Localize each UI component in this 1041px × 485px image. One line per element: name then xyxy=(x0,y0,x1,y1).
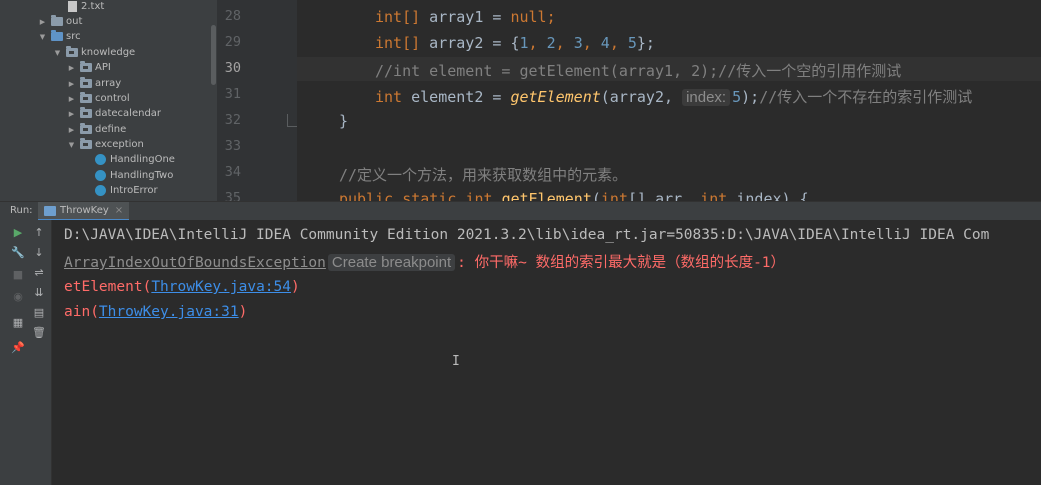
source-folder-icon xyxy=(51,30,63,41)
code-editor[interactable]: int[] array1 = null; int[] array2 = {1, … xyxy=(297,0,1041,201)
tree-item-label: HandlingTwo xyxy=(110,170,174,181)
code-line-30: //int element = getElement(array1, 2);//… xyxy=(375,62,902,80)
soft-wrap-icon[interactable]: ⇌ xyxy=(31,265,47,281)
tree-item-label: API xyxy=(95,62,111,73)
package-icon xyxy=(66,46,78,57)
tree-item-label: IntroError xyxy=(110,185,158,196)
exception-message: : 你干嘛~ 数组的索引最大就是（数组的长度-1） xyxy=(457,255,786,271)
run-toolbar: ▶ ↑ 🔧 ↓ ■ ⇌ ◉ ⇊ ▤ ▦ 🗑 📌 xyxy=(0,220,52,485)
scroll-to-end-icon[interactable]: ⇊ xyxy=(31,285,47,301)
line-number: 34 xyxy=(224,164,241,180)
editor-gutter: 28 29 30 31 32 33 34 35 xyxy=(217,0,298,206)
chevron-down-icon[interactable]: ▼ xyxy=(67,141,76,149)
create-breakpoint-button[interactable]: Create breakpoint xyxy=(327,254,456,271)
tree-item-exception[interactable]: ▼ exception xyxy=(67,137,144,152)
tree-item-label: knowledge xyxy=(81,47,136,58)
tree-item-label: 2.txt xyxy=(81,1,105,12)
tree-item-knowledge[interactable]: ▼ knowledge xyxy=(53,45,135,60)
chevron-right-icon[interactable]: ▶ xyxy=(67,95,76,103)
code-line-29: int[] array2 = {1, 2, 3, 4, 5}; xyxy=(375,34,655,52)
text-cursor-icon: I xyxy=(452,354,460,369)
camera-icon[interactable]: ◉ xyxy=(10,289,26,305)
stop-icon[interactable]: ■ xyxy=(10,267,26,283)
tree-item-api[interactable]: ▶ API xyxy=(67,60,111,75)
parameter-hint: index: xyxy=(682,89,731,106)
trash-icon[interactable]: 🗑 xyxy=(31,325,47,341)
tree-item-src[interactable]: ▼ src xyxy=(38,29,81,44)
tree-item-label: control xyxy=(95,93,130,104)
tree-item-handlingtwo[interactable]: HandlingTwo xyxy=(95,168,173,183)
console-line-stack-1: etElement(ThrowKey.java:54) xyxy=(64,279,300,295)
tree-item-label: HandlingOne xyxy=(110,154,175,165)
tree-item-handlingone[interactable]: HandlingOne xyxy=(95,152,175,167)
stack-link-31[interactable]: ThrowKey.java:31 xyxy=(99,304,239,320)
tree-scrollbar[interactable] xyxy=(211,25,216,85)
chevron-right-icon[interactable]: ▶ xyxy=(67,80,76,88)
arrow-up-icon[interactable]: ↑ xyxy=(31,225,47,241)
tree-item-control[interactable]: ▶ control xyxy=(67,91,130,106)
package-icon xyxy=(80,61,92,72)
tree-item-label: out xyxy=(66,16,83,27)
close-icon[interactable]: × xyxy=(115,205,123,216)
java-class-icon xyxy=(95,185,106,196)
package-icon xyxy=(80,77,92,88)
chevron-down-icon[interactable]: ▼ xyxy=(53,49,62,57)
line-number: 28 xyxy=(224,8,241,24)
pin-icon[interactable]: 📌 xyxy=(10,340,26,356)
line-number: 33 xyxy=(224,138,241,154)
text-file-icon xyxy=(68,1,77,12)
tree-item-2-txt[interactable]: 2.txt xyxy=(68,0,104,14)
chevron-right-icon[interactable]: ▶ xyxy=(67,110,76,118)
code-line-34: //定义一个方法，用来获取数组中的元素。 xyxy=(339,166,628,184)
chevron-right-icon[interactable]: ▶ xyxy=(38,18,47,26)
layout-icon[interactable]: ▦ xyxy=(10,315,26,331)
line-number: 31 xyxy=(224,86,241,102)
run-console[interactable]: D:\JAVA\IDEA\IntelliJ IDEA Community Edi… xyxy=(52,220,1041,485)
tree-item-label: array xyxy=(95,78,122,89)
run-tool-window-header: Run: ThrowKey × xyxy=(0,201,1041,221)
tree-item-define[interactable]: ▶ define xyxy=(67,122,126,137)
project-tree: 2.txt ▶ out ▼ src ▼ knowledge ▶ API ▶ ar… xyxy=(0,0,217,201)
chevron-right-icon[interactable]: ▶ xyxy=(67,126,76,134)
wrench-icon[interactable]: 🔧 xyxy=(10,245,26,261)
chevron-down-icon[interactable]: ▼ xyxy=(38,33,47,41)
tree-item-datecalendar[interactable]: ▶ datecalendar xyxy=(67,106,161,121)
chevron-right-icon[interactable]: ▶ xyxy=(67,64,76,72)
exception-name[interactable]: ArrayIndexOutOfBoundsException xyxy=(64,255,326,271)
run-tab-throwkey[interactable]: ThrowKey × xyxy=(38,202,130,221)
java-class-icon xyxy=(95,170,106,181)
tree-item-out[interactable]: ▶ out xyxy=(38,14,82,29)
print-icon[interactable]: ▤ xyxy=(31,305,47,321)
line-number: 32 xyxy=(224,112,241,128)
package-icon xyxy=(80,92,92,103)
run-config-icon xyxy=(44,205,56,216)
console-line-exception: ArrayIndexOutOfBoundsException Create bre… xyxy=(64,251,785,272)
stack-link-54[interactable]: ThrowKey.java:54 xyxy=(151,279,291,295)
package-icon xyxy=(80,138,92,149)
run-tab-label: ThrowKey xyxy=(60,205,109,216)
folder-icon xyxy=(51,15,63,26)
console-line-stack-2: ain(ThrowKey.java:31) xyxy=(64,304,248,320)
package-icon xyxy=(80,107,92,118)
tree-item-label: exception xyxy=(95,139,144,150)
package-icon xyxy=(80,123,92,134)
arrow-down-icon[interactable]: ↓ xyxy=(31,245,47,261)
code-line-32: } xyxy=(339,112,349,130)
tree-item-label: src xyxy=(66,31,81,42)
tree-item-label: datecalendar xyxy=(95,108,162,119)
console-line-command: D:\JAVA\IDEA\IntelliJ IDEA Community Edi… xyxy=(64,227,990,243)
tree-item-label: define xyxy=(95,124,127,135)
code-line-35: public static int getElement(int[] arr, … xyxy=(339,190,809,201)
tree-item-introerror[interactable]: IntroError xyxy=(95,183,158,198)
rerun-icon[interactable]: ▶ xyxy=(10,225,26,241)
line-number: 29 xyxy=(224,34,241,50)
run-label: Run: xyxy=(10,205,33,216)
code-line-28: int[] array1 = null; xyxy=(375,8,556,26)
tree-item-array[interactable]: ▶ array xyxy=(67,76,121,91)
java-class-icon xyxy=(95,154,106,165)
line-number-current: 30 xyxy=(224,60,241,76)
code-line-31: int element2 = getElement(array2, index:… xyxy=(375,88,973,106)
